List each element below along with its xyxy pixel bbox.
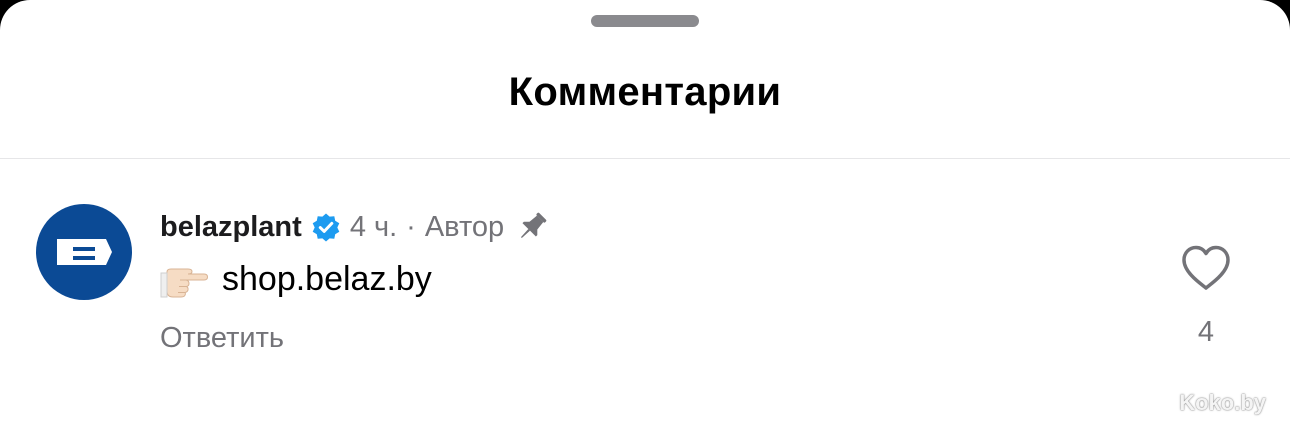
username[interactable]: belazplant [160,211,302,244]
like-button[interactable] [1180,244,1232,292]
comments-sheet: Комментарии belazplant 4 ч. · Автор shop… [0,0,1290,437]
sheet-title: Комментарии [508,70,782,114]
avatar[interactable] [36,204,132,300]
reply-button[interactable]: Ответить [160,322,284,355]
meta-separator: · [406,210,416,243]
heart-icon [1182,245,1230,290]
comment-time: 4 ч. [349,210,398,243]
belaz-logo-icon [57,239,112,265]
comment-meta: belazplant 4 ч. · Автор [160,207,550,247]
comment-body: shop.belaz.by [160,256,432,302]
like-count: 4 [1197,316,1215,348]
sheet-drag-handle[interactable] [591,15,699,27]
watermark: Koko.by [1179,390,1266,415]
header-divider [0,158,1290,159]
comment-text[interactable]: shop.belaz.by [222,260,432,299]
verified-badge-icon [311,212,341,242]
pin-icon [514,209,550,245]
author-label: Автор [424,210,505,243]
pointing-hand-emoji [160,259,208,299]
